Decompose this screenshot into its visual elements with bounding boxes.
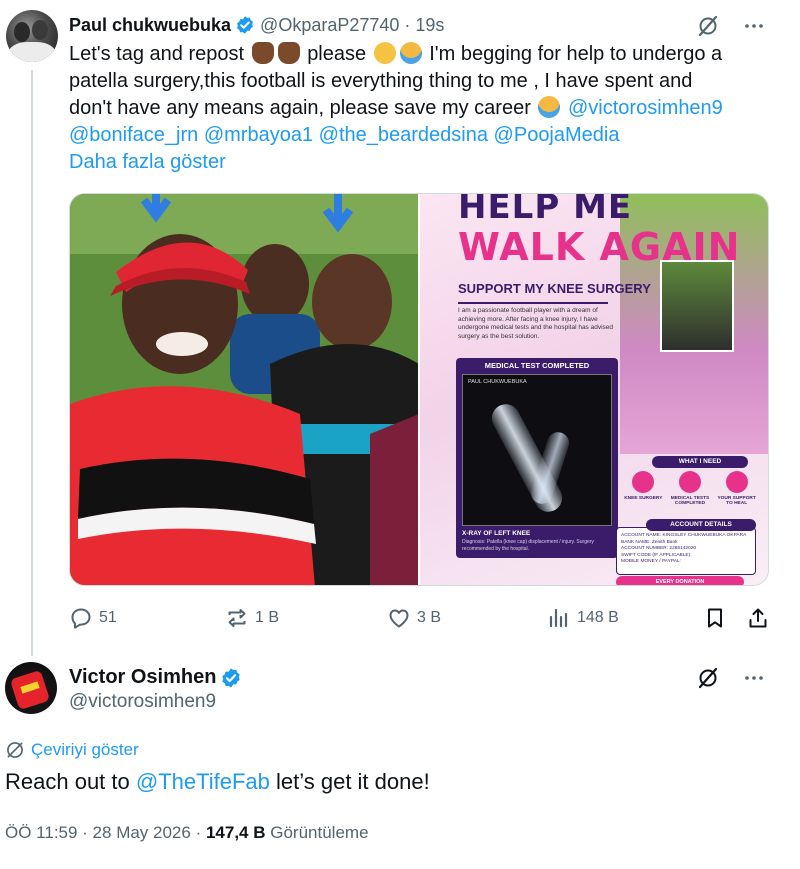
- media-flyer[interactable]: HELP ME WALK AGAIN SUPPORT MY KNEE SURGE…: [420, 194, 768, 585]
- pleading-face-emoji-icon: [373, 42, 396, 64]
- mention-link[interactable]: @the_beardedsina: [319, 124, 488, 146]
- xray-caption: X-RAY OF LEFT KNEE: [462, 530, 531, 537]
- crying-face-emoji-icon: [538, 96, 561, 118]
- tweet-time[interactable]: 19s: [415, 15, 444, 36]
- tweet-timestamp[interactable]: ÖÖ 11:59 · 28 May 2026 ·: [5, 823, 201, 842]
- tweet-top-actions: [696, 666, 766, 690]
- flyer-paragraph: I am a passionate football player with a…: [458, 307, 614, 340]
- reply-count: 51: [99, 609, 117, 626]
- repost-button[interactable]: 1 B: [225, 606, 279, 630]
- tweet-text: Reach out to @TheTifeFab let’s get it do…: [5, 769, 430, 795]
- mention-link[interactable]: @TheTifeFab: [136, 769, 270, 794]
- every-donation-banner: EVERY DONATION: [616, 576, 744, 585]
- flyer-divider: [458, 302, 608, 304]
- account-name: ACCOUNT NAME: KINGSLEY CHUKWUEBUKA OKPAR…: [621, 533, 747, 538]
- views-button[interactable]: 148 B: [547, 606, 619, 630]
- media-photo-players[interactable]: [70, 194, 418, 585]
- grok-icon[interactable]: [696, 666, 720, 690]
- flyer-title-line2: WALK AGAIN: [458, 225, 741, 269]
- mobile-money: MOBILE MONEY / PAYPAL:: [621, 559, 681, 564]
- repost-icon: [228, 609, 246, 627]
- like-count: 3 B: [417, 609, 442, 626]
- heart-icon: [389, 609, 409, 628]
- folded-hands-emoji-icon: [277, 42, 300, 64]
- flyer-title-line1: HELP ME: [458, 194, 633, 227]
- crying-face-emoji-icon: [399, 42, 422, 64]
- medical-test-header: MEDICAL TEST COMPLETED: [484, 361, 590, 370]
- share-icon: [749, 608, 767, 628]
- hospital-icon: [632, 471, 655, 493]
- more-options-icon[interactable]: [742, 14, 766, 38]
- separator-dot: ·: [404, 14, 411, 35]
- views-count: 148 B: [577, 609, 619, 626]
- quoted-tweet[interactable]: Paul chukwuebuka @OkparaP27740 · 19s Let…: [0, 0, 800, 648]
- heart-hands-icon: [725, 471, 748, 493]
- author-handle[interactable]: @victorosimhen9: [69, 691, 216, 713]
- author-name[interactable]: Paul chukwuebuka: [69, 15, 231, 36]
- tweet-header: Paul chukwuebuka @OkparaP27740 · 19s: [69, 12, 444, 38]
- mention-link[interactable]: @boniface_jrn: [69, 124, 198, 146]
- author-name[interactable]: Victor Osimhen: [69, 666, 216, 689]
- views-label: Görüntüleme: [270, 823, 369, 842]
- tweet-text-part: let’s get it done!: [276, 769, 430, 794]
- tweet-text-part: don't have any means again, please save …: [69, 97, 531, 119]
- tweet-top-actions: [696, 14, 766, 38]
- tweet-text-part: Let's tag and repost: [69, 43, 245, 65]
- needs-row: KNEE SURGERY MEDICAL TESTS COMPLETED YOU…: [620, 471, 760, 506]
- xray-patient-name: PAUL CHUKWUEBUKA: [468, 379, 527, 385]
- author-avatar[interactable]: [5, 662, 57, 714]
- account-details-label: ACCOUNT DETAILS: [646, 519, 756, 531]
- views-chart-icon: [549, 608, 568, 628]
- players-photo-illustration: [70, 194, 418, 585]
- bookmark-icon: [708, 608, 722, 628]
- tweet-action-bar: 51 1 B 3 B 148 B: [69, 603, 769, 633]
- translate-link[interactable]: Çeviriyi göster: [5, 740, 139, 760]
- translate-label[interactable]: Çeviriyi göster: [31, 740, 139, 760]
- tweet-text: Let's tag and repost please I'm begging …: [69, 41, 769, 176]
- translate-icon: [7, 742, 23, 758]
- tweet-text-part: please: [307, 43, 367, 65]
- main-tweet[interactable]: Victor Osimhen @victorosimhen9 Çeviriyi …: [0, 648, 800, 869]
- tweet-header: Victor Osimhen: [69, 666, 247, 689]
- like-button[interactable]: 3 B: [387, 606, 441, 630]
- xray-image: PAUL CHUKWUEBUKA: [462, 374, 612, 526]
- what-i-need-label: WHAT I NEED: [652, 456, 748, 468]
- verified-badge-icon: [237, 16, 253, 34]
- flyer-inset-photo: [660, 260, 734, 352]
- need-item: MEDICAL TESTS COMPLETED: [668, 471, 712, 506]
- mention-link[interactable]: @mrbayoa1: [204, 124, 313, 146]
- bookmark-button[interactable]: [703, 606, 727, 630]
- tweet-text-part: I'm begging for help to undergo a: [429, 43, 723, 65]
- more-options-icon[interactable]: [742, 666, 766, 690]
- tweet-text-part: patella surgery,this football is everyth…: [69, 70, 693, 92]
- need-item-label: KNEE SURGERY: [624, 496, 663, 501]
- author-avatar[interactable]: [6, 10, 58, 62]
- folded-hands-emoji-icon: [251, 42, 274, 64]
- medical-test-panel: MEDICAL TEST COMPLETED PAUL CHUKWUEBUKA …: [456, 358, 618, 558]
- clipboard-icon: [678, 471, 701, 493]
- verified-badge-icon: [222, 667, 241, 688]
- author-handle[interactable]: @OkparaP27740: [260, 15, 399, 36]
- share-button[interactable]: [746, 606, 770, 630]
- tweet-text-part: Reach out to: [5, 769, 130, 794]
- account-details-box: ACCOUNT NAME: KINGSLEY CHUKWUEBUKA OKPAR…: [616, 527, 756, 575]
- repost-count: 1 B: [255, 609, 280, 626]
- xray-diagnosis: Diagnosis: Patella (knee cap) displaceme…: [462, 539, 594, 552]
- reply-button[interactable]: 51: [69, 606, 117, 630]
- tweet-media[interactable]: HELP ME WALK AGAIN SUPPORT MY KNEE SURGE…: [69, 193, 769, 586]
- tweet-meta: ÖÖ 11:59 · 28 May 2026 · 147,4 B Görüntü…: [5, 823, 369, 843]
- views-count: 147,4 B: [205, 823, 266, 842]
- mention-link[interactable]: @victorosimhen9: [568, 97, 723, 119]
- grok-icon[interactable]: [696, 14, 720, 38]
- need-item-label: YOUR SUPPORT TO HEAL: [717, 496, 756, 506]
- need-item: KNEE SURGERY: [621, 471, 665, 506]
- mention-link[interactable]: @PoojaMedia: [494, 124, 620, 146]
- reply-icon: [71, 608, 91, 629]
- show-more-link[interactable]: Daha fazla göster: [69, 151, 226, 173]
- need-item: YOUR SUPPORT TO HEAL: [715, 471, 759, 506]
- need-item-label: MEDICAL TESTS COMPLETED: [670, 496, 710, 506]
- flyer-subtitle: SUPPORT MY KNEE SURGERY: [458, 281, 651, 296]
